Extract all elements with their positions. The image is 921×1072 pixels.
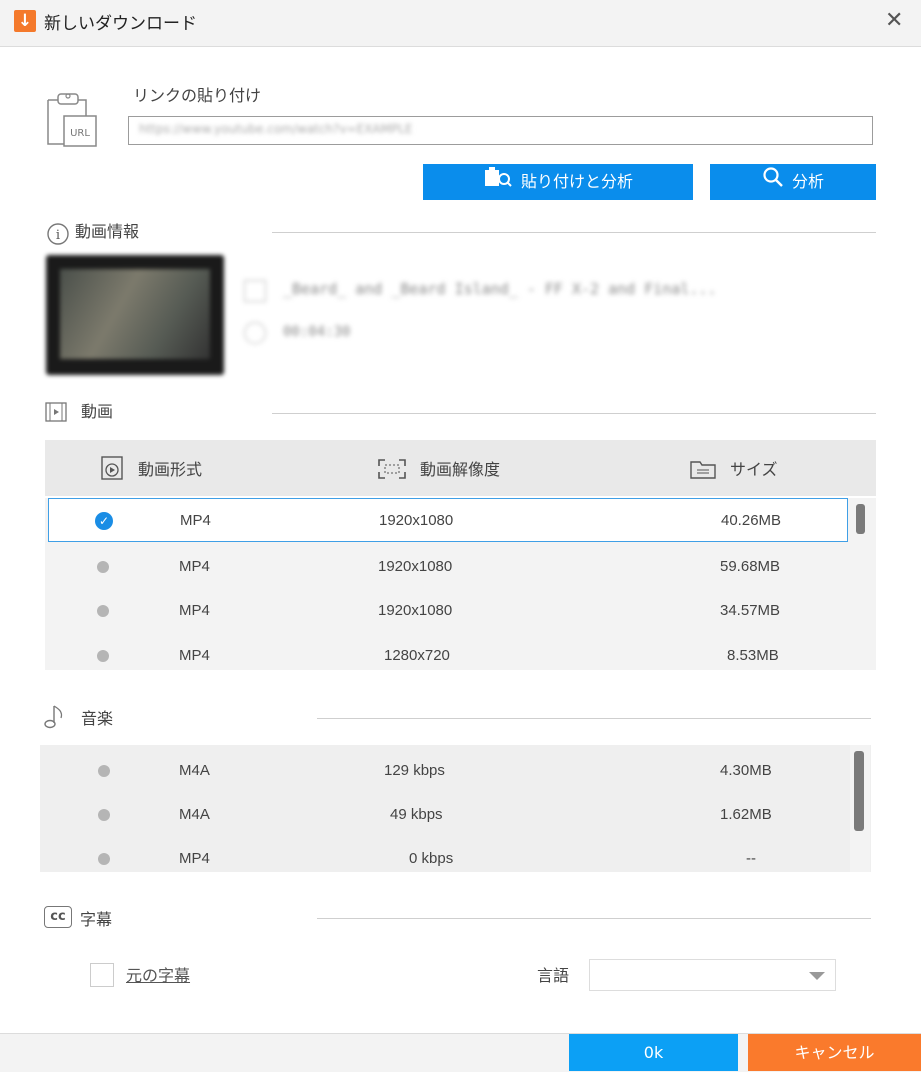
row-size: 34.57MB [720,602,781,619]
row-size: 1.62MB [720,806,772,823]
table-row[interactable]: MP4 0 kbps -- [40,837,848,872]
row-size: 40.26MB [721,512,782,529]
clipboard-search-icon [483,165,513,201]
folder-icon [689,458,717,484]
table-row[interactable]: MP4 1280x720 8.53MB [45,634,853,670]
row-format: MP4 [179,558,210,575]
table-row[interactable]: M4A 49 kbps 1.62MB [40,793,848,837]
url-input[interactable]: https://www.youtube.com/watch?v=EXAMPLE [128,116,873,145]
radio-dot [97,650,109,662]
music-heading: 音楽 [81,709,114,728]
paste-and-analyze-label: 貼り付けと分析 [520,172,633,191]
video-list: ✓ MP4 1920x1080 40.26MB MP4 1920x1080 59… [45,498,876,670]
info-icon: i [46,222,70,250]
subtitles-heading: 字幕 [80,910,113,929]
radio-dot [98,765,110,777]
svg-text:URL: URL [70,128,90,139]
row-size: -- [746,850,756,867]
row-size: 8.53MB [727,647,779,664]
clipboard-url-icon: URL [42,86,98,150]
analyze-label: 分析 [791,172,824,191]
column-resolution: 動画解像度 [420,460,501,479]
cancel-button[interactable]: キャンセル [748,1034,921,1071]
video-duration: 00:04:30 [283,324,351,340]
row-bitrate: 129 kbps [384,762,445,779]
check-icon: ✓ [95,512,113,530]
row-resolution: 1920x1080 [378,558,453,575]
music-list: M4A 129 kbps 4.30MB M4A 49 kbps 1.62MB M… [40,745,871,872]
music-scrollbar-thumb[interactable] [854,751,864,831]
table-row[interactable]: M4A 129 kbps 4.30MB [40,749,848,793]
clock-icon [244,322,266,344]
row-resolution: 1920x1080 [379,512,454,529]
column-format: 動画形式 [138,460,203,479]
cc-icon-text: cc [50,909,66,924]
divider [272,232,876,233]
row-size: 59.68MB [720,558,781,575]
film-icon [45,401,67,427]
divider [317,918,871,919]
row-format: MP4 [179,602,210,619]
table-row[interactable]: ✓ MP4 1920x1080 40.26MB [48,498,848,542]
row-format: MP4 [179,850,210,867]
row-format: M4A [179,762,210,779]
search-icon [762,165,784,201]
window-title: 新しいダウンロード [44,14,197,34]
svg-text:i: i [56,228,60,243]
url-value: https://www.youtube.com/watch?v=EXAMPLE [139,122,413,136]
video-scrollbar[interactable] [851,498,871,670]
table-row[interactable]: MP4 1920x1080 59.68MB [45,545,853,589]
table-row[interactable]: MP4 1920x1080 34.57MB [45,589,853,633]
row-resolution: 1920x1080 [378,602,453,619]
language-label: 言語 [537,966,570,985]
radio-dot [98,853,110,865]
video-format-icon [100,455,124,485]
closed-caption-icon: cc [44,906,72,928]
radio-dot [97,605,109,617]
video-scrollbar-thumb[interactable] [856,504,865,534]
radio-dot [98,809,110,821]
music-scrollbar[interactable] [850,745,870,872]
divider [272,413,876,414]
ok-button[interactable]: 0k [569,1034,738,1071]
language-select[interactable] [589,959,836,991]
title-file-icon [244,280,266,302]
row-resolution: 1280x720 [384,647,450,664]
app-download-icon: ↓ [14,10,36,32]
row-bitrate: 49 kbps [390,806,443,823]
original-subtitle-checkbox[interactable] [90,963,114,987]
divider [317,718,871,719]
paste-link-label: リンクの貼り付け [133,86,262,105]
column-size: サイズ [730,460,778,479]
video-heading: 動画 [81,402,114,421]
paste-and-analyze-button[interactable]: 貼り付けと分析 [423,164,693,200]
resolution-icon [377,458,407,484]
original-subtitle-label[interactable]: 元の字幕 [126,962,190,986]
row-format: MP4 [180,512,211,529]
chevron-down-icon [809,972,825,980]
close-icon[interactable]: ✕ [885,8,903,33]
video-info-heading: 動画情報 [75,222,140,241]
music-note-icon [44,703,70,735]
video-thumbnail [46,255,224,375]
row-format: M4A [179,806,210,823]
analyze-button[interactable]: 分析 [710,164,876,200]
video-title: _Beard_ and _Beard Island_ - FF X-2 and … [283,280,717,298]
row-bitrate: 0 kbps [409,850,454,867]
radio-dot [97,561,109,573]
row-size: 4.30MB [720,762,772,779]
row-format: MP4 [179,647,210,664]
